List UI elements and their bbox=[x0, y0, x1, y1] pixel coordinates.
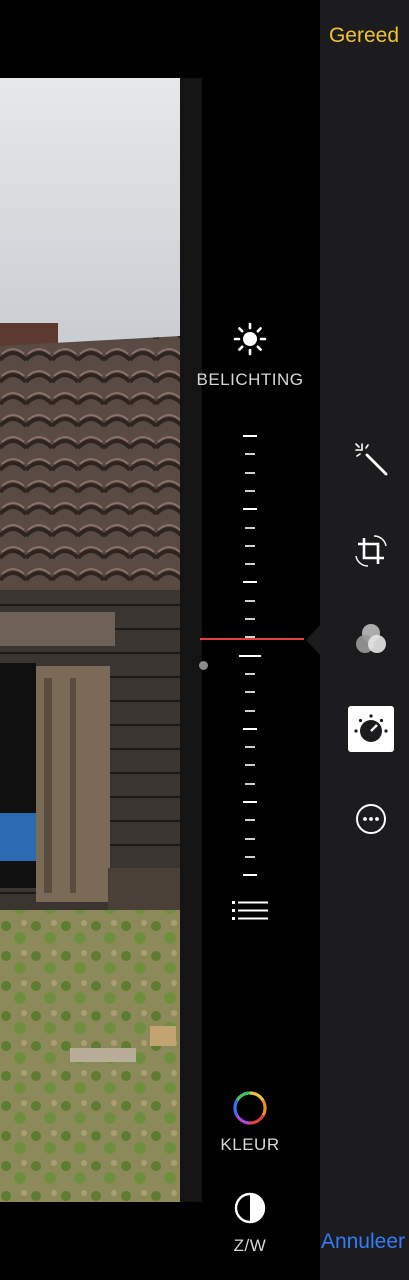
list-icon[interactable] bbox=[232, 898, 268, 924]
ruler-tick bbox=[243, 801, 257, 803]
filters-icon[interactable] bbox=[348, 618, 394, 664]
slider-origin-dot bbox=[199, 661, 208, 670]
color-label[interactable]: KLEUR bbox=[180, 1135, 320, 1155]
ruler-tick bbox=[245, 672, 255, 675]
photo-edge-shadow bbox=[180, 78, 202, 1202]
ruler-tick bbox=[245, 746, 255, 749]
barn-photo bbox=[0, 78, 180, 1202]
ruler-tick bbox=[245, 782, 255, 785]
ruler-tick bbox=[245, 855, 255, 858]
photo-preview[interactable] bbox=[0, 78, 180, 1202]
adjustment-ruler[interactable] bbox=[230, 435, 270, 877]
ruler-tick bbox=[245, 471, 255, 474]
ruler-tick bbox=[245, 544, 255, 547]
ruler-tick bbox=[245, 526, 255, 529]
ruler-tick bbox=[243, 874, 257, 877]
done-button[interactable]: Gereed bbox=[329, 24, 399, 48]
ruler-tick bbox=[243, 581, 257, 584]
ruler-tick bbox=[245, 709, 255, 712]
ruler-tick bbox=[245, 691, 255, 694]
tool-panel: Gereed Annuleer bbox=[320, 0, 409, 1280]
ruler-tick bbox=[243, 435, 257, 437]
ruler-tick bbox=[245, 837, 255, 840]
selection-pointer bbox=[306, 625, 320, 655]
bw-label[interactable]: Z/W bbox=[180, 1236, 320, 1256]
ruler-tick bbox=[245, 489, 255, 492]
ruler-tick bbox=[245, 563, 255, 566]
ruler-tick bbox=[245, 453, 255, 456]
ruler-tick bbox=[243, 508, 257, 511]
crop-rotate-icon[interactable] bbox=[348, 528, 394, 574]
light-label[interactable]: BELICHTING bbox=[180, 370, 320, 390]
slider-position-indicator bbox=[200, 638, 304, 640]
ruler-tick bbox=[239, 654, 261, 657]
ruler-tick bbox=[243, 727, 257, 730]
magic-wand-icon[interactable] bbox=[348, 436, 394, 482]
more-icon[interactable] bbox=[348, 796, 394, 842]
adjust-dial-icon[interactable] bbox=[348, 706, 394, 752]
ruler-tick bbox=[245, 618, 255, 620]
ruler-tick bbox=[245, 819, 255, 822]
ruler-tick bbox=[245, 599, 255, 602]
cancel-button[interactable]: Annuleer bbox=[321, 1230, 405, 1254]
contrast-icon[interactable] bbox=[233, 1191, 267, 1225]
ruler-tick bbox=[245, 764, 255, 767]
color-wheel-icon[interactable] bbox=[233, 1091, 267, 1125]
sun-icon[interactable] bbox=[233, 322, 267, 356]
